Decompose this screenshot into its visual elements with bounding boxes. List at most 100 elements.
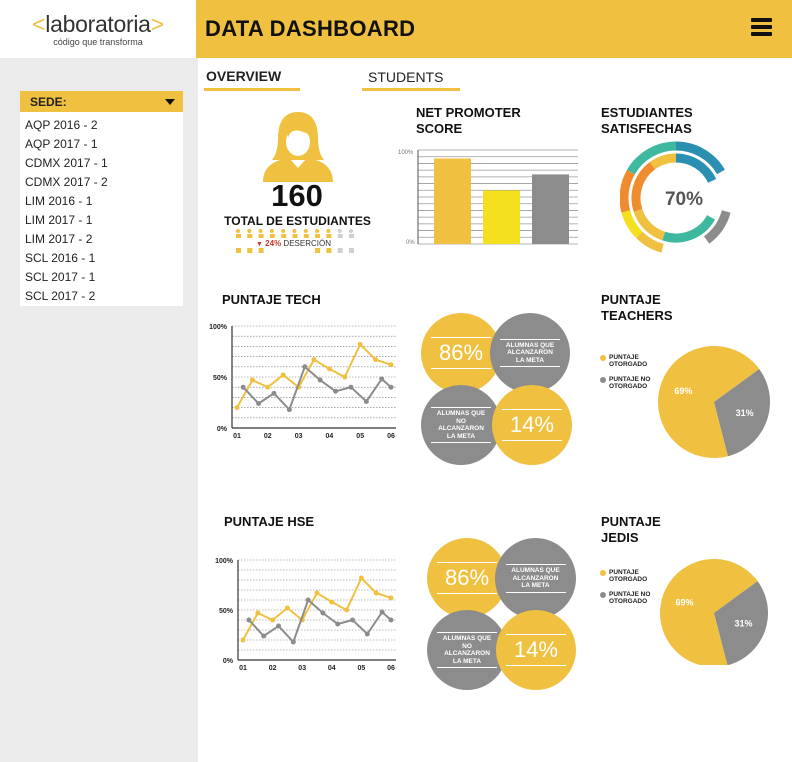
sede-option[interactable]: SCL 2017 - 1: [20, 269, 183, 288]
donut-segment: [662, 214, 715, 243]
meta-yes-pct: 86%: [438, 340, 484, 365]
student-head: [326, 229, 331, 233]
brand-wordmark: <laboratoria>: [0, 11, 196, 38]
data-point: [388, 384, 394, 390]
divider: [502, 440, 562, 441]
divider: [506, 634, 566, 635]
student-body: [247, 248, 253, 253]
student-head: [303, 229, 308, 233]
meta-no-pct: 14%: [513, 637, 559, 662]
data-point: [270, 617, 276, 623]
divider: [437, 632, 497, 633]
divider: [500, 366, 560, 368]
donut-segment: [631, 162, 656, 212]
down-arrow-icon: ▼: [256, 241, 263, 248]
y-tick-label: 50%: [213, 375, 228, 382]
x-tick-label: 02: [269, 665, 277, 672]
hamburger-icon[interactable]: [751, 18, 772, 36]
tech-title: PUNTAJE TECH: [222, 292, 321, 307]
meta-no-circle: 14%: [496, 610, 576, 690]
teachers-title: PUNTAJE TEACHERS: [601, 292, 673, 324]
y-tick-label: 0%: [223, 658, 234, 665]
data-point: [286, 407, 292, 413]
x-tick-label: 03: [295, 433, 303, 440]
donut-center-value: 70%: [665, 189, 703, 210]
student-head: [292, 229, 297, 233]
teachers-title-line2: TEACHERS: [601, 308, 673, 323]
divider: [431, 337, 491, 338]
student-head: [315, 229, 320, 233]
data-point: [256, 401, 262, 407]
student-head: [281, 229, 286, 233]
tick-label: 100%: [398, 150, 414, 156]
x-tick-label: 06: [387, 433, 395, 440]
tab-overview[interactable]: OVERVIEW: [204, 66, 300, 91]
y-tick-label: 100%: [209, 324, 228, 331]
data-point: [240, 637, 246, 643]
sede-option[interactable]: LIM 2016 - 1: [20, 193, 183, 212]
data-point: [388, 595, 394, 601]
student-body: [349, 248, 354, 253]
sede-option[interactable]: LIM 2017 - 2: [20, 231, 183, 250]
pie-slice-label: 69%: [674, 386, 692, 396]
tab-students[interactable]: STUDENTS: [362, 66, 460, 91]
meta-yes-label: ALUMNAS QUE ALCANZARON LA META: [511, 567, 560, 590]
sede-option[interactable]: SCL 2016 - 1: [20, 250, 183, 269]
x-tick-label: 05: [356, 433, 364, 440]
student-body: [236, 234, 241, 238]
donut-segment: [649, 153, 677, 170]
hse-title: PUNTAJE HSE: [224, 514, 315, 529]
jedis-pie-chart: 69% 31%: [660, 559, 768, 665]
student-body: [247, 234, 253, 238]
student-body: [281, 234, 287, 238]
student-body: [292, 234, 298, 238]
sede-dropdown-toggle[interactable]: SEDE:: [20, 91, 183, 112]
sede-selector: SEDE: AQP 2016 - 2 AQP 2017 - 1 CDMX 2017 …: [20, 91, 183, 306]
sede-option[interactable]: AQP 2017 - 1: [20, 136, 183, 155]
data-point: [326, 366, 332, 372]
bar: [483, 190, 520, 244]
jedis-title: PUNTAJE JEDIS: [601, 514, 661, 546]
meta-no-circle: 14%: [492, 385, 572, 465]
nps-title: NET PROMOTER SCORE: [416, 105, 521, 137]
pie-slice-label: 31%: [734, 619, 752, 629]
meta-yes-label-circle: ALUMNAS QUE ALCANZARON LA META: [490, 313, 570, 393]
x-tick-label: 04: [326, 433, 334, 440]
dashboard-app: <laboratoria> código que transforma DATA…: [0, 0, 792, 762]
logo-bracket-left: <: [32, 11, 46, 37]
sede-option[interactable]: CDMX 2017 - 1: [20, 155, 183, 174]
divider: [506, 665, 566, 666]
meta-no-label: ALUMNAS QUE NO ALCANZARON LA META: [442, 635, 492, 665]
sede-option[interactable]: CDMX 2017 - 2: [20, 174, 183, 193]
data-point: [342, 374, 348, 380]
student-head: [258, 229, 263, 233]
student-body: [349, 234, 354, 238]
brand-logo[interactable]: <laboratoria> código que transforma: [0, 0, 196, 58]
legend-swatch: [600, 355, 606, 361]
data-point: [358, 575, 364, 581]
data-point: [388, 617, 394, 623]
data-point: [344, 607, 350, 613]
sede-label: SEDE:: [30, 95, 67, 109]
divider: [437, 667, 497, 668]
legend-swatch: [600, 570, 606, 576]
sede-option[interactable]: SCL 2017 - 2: [20, 288, 183, 307]
sede-option[interactable]: LIM 2017 - 1: [20, 212, 183, 231]
x-tick-label: 01: [239, 665, 247, 672]
sede-option[interactable]: AQP 2016 - 2: [20, 117, 183, 136]
y-tick-label: 50%: [219, 608, 234, 615]
chevron-down-icon: [165, 99, 175, 105]
brand-name: laboratoria: [45, 11, 151, 37]
data-point: [357, 341, 363, 347]
donut-segment: [620, 169, 635, 213]
student-body: [236, 248, 241, 253]
donut-segment: [707, 179, 721, 220]
pie-slice-label: 31%: [736, 408, 754, 418]
data-point: [261, 633, 267, 639]
desercion-stat: ▼ 24% DESERCIÓN: [256, 239, 331, 248]
data-point: [363, 398, 369, 404]
data-point: [311, 357, 317, 363]
divider: [437, 593, 497, 594]
data-point: [255, 610, 261, 616]
data-point: [280, 372, 286, 378]
